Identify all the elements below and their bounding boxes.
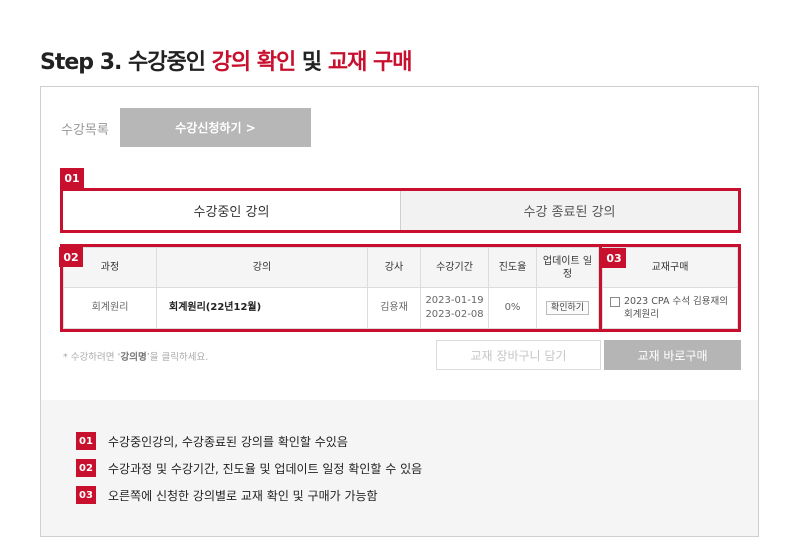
header-update-schedule: 업데이트 일정 (536, 247, 599, 288)
marker-03: 03 (602, 248, 626, 268)
cell-update: 확인하기 (536, 287, 599, 329)
course-table: 과정 강의 강사 수강기간 진도율 업데이트 일정 회계원리 회계원리(22년1… (60, 244, 601, 332)
info-panel: 01 수강중인강의, 수강종료된 강의를 확인할 수있음 02 수강과정 및 수… (41, 400, 758, 536)
apply-course-button[interactable]: 수강신청하기 > (120, 108, 311, 147)
notice-post: ’을 클릭하세요. (146, 352, 209, 363)
title-accent-books: 교재 구매 (327, 50, 413, 75)
info-number: 02 (76, 459, 96, 477)
click-notice: * 수강하려면 ‘강의명’을 클릭하세요. (63, 349, 208, 363)
cell-instructor: 김용재 (367, 287, 421, 329)
info-number: 03 (76, 486, 96, 504)
marker-02: 02 (59, 247, 83, 267)
page-title: Step 3. 수강중인 강의 확인 및 교재 구매 (40, 44, 413, 76)
cell-period: 2023-01-19 2023-02-08 (420, 287, 489, 329)
period-end: 2023-02-08 (425, 309, 484, 320)
notice-bold: 강의명 (120, 352, 147, 363)
info-item: 02 수강과정 및 수강기간, 진도율 및 업데이트 일정 확인할 수 있음 (76, 459, 422, 477)
table-row: 회계원리 회계원리(22년12월) 김용재 2023-01-19 2023-02-… (63, 287, 599, 329)
period-start: 2023-01-19 (425, 294, 484, 306)
book-title: 2023 CPA 수석 김용재의 회계원리 (624, 295, 728, 320)
tab-current-courses[interactable]: 수강중인 강의 (63, 191, 400, 230)
buy-now-button[interactable]: 교재 바로구매 (604, 340, 741, 370)
lecture-title-link[interactable]: 회계원리(22년12월) (156, 287, 368, 329)
header-period: 수강기간 (420, 247, 489, 288)
info-text: 오른쪽에 신청한 강의별로 교재 확인 및 구매가 가능함 (108, 488, 378, 503)
header-progress: 진도율 (488, 247, 537, 288)
books-row: 2023 CPA 수석 김용재의 회계원리 (602, 287, 738, 329)
info-item: 03 오른쪽에 신청한 강의별로 교재 확인 및 구매가 가능함 (76, 486, 378, 504)
course-tabs: 수강중인 강의 수강 종료된 강의 (60, 188, 741, 233)
table-header-row: 과정 강의 강사 수강기간 진도율 업데이트 일정 (63, 247, 599, 288)
title-middle: 및 (295, 50, 328, 75)
title-prefix: Step 3. 수강중인 (40, 50, 212, 75)
header-lecture: 강의 (156, 247, 368, 288)
screenshot-frame: 수강목록 수강신청하기 > 01 수강중인 강의 수강 종료된 강의 과정 강의… (40, 86, 759, 537)
course-list-label: 수강목록 (61, 123, 109, 138)
book-checkbox[interactable] (610, 296, 620, 307)
info-number: 01 (76, 432, 96, 450)
marker-01: 01 (60, 168, 84, 188)
title-accent-lecture: 강의 확인 (211, 50, 297, 75)
add-to-cart-button[interactable]: 교재 장바구니 담기 (436, 340, 601, 370)
info-text: 수강중인강의, 수강종료된 강의를 확인할 수있음 (108, 434, 348, 449)
info-item: 01 수강중인강의, 수강종료된 강의를 확인할 수있음 (76, 432, 348, 450)
book-item: 2023 CPA 수석 김용재의 회계원리 (606, 295, 734, 322)
tab-finished-courses[interactable]: 수강 종료된 강의 (400, 191, 738, 230)
info-text: 수강과정 및 수강기간, 진도율 및 업데이트 일정 확인할 수 있음 (108, 461, 423, 476)
cell-course: 회계원리 (63, 287, 157, 329)
cell-progress: 0% (488, 287, 537, 329)
books-cell: 2023 CPA 수석 김용재의 회계원리 (602, 287, 738, 329)
notice-pre: * 수강하려면 ‘ (63, 352, 121, 363)
header-instructor: 강사 (367, 247, 421, 288)
update-confirm-button[interactable]: 확인하기 (545, 300, 590, 316)
